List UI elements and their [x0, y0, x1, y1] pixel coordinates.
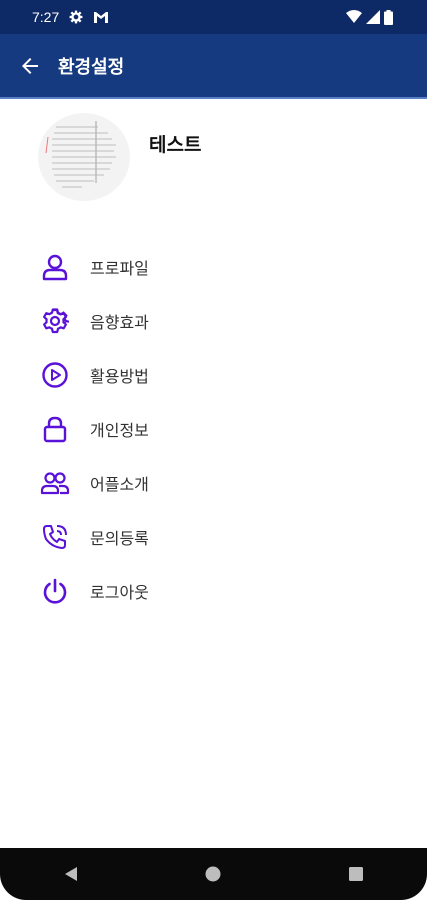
nav-home-button[interactable] — [183, 848, 243, 900]
menu-label: 음향효과 — [90, 313, 149, 332]
menu-item-app-intro[interactable]: 어플소개 — [40, 456, 400, 510]
battery-icon — [384, 9, 393, 25]
menu-item-profile[interactable]: 프로파일 — [40, 240, 400, 294]
profile-name: 테스트 — [149, 134, 202, 156]
back-button[interactable] — [2, 34, 58, 98]
menu-item-logout[interactable]: 로그아웃 — [40, 564, 400, 618]
menu-label: 어플소개 — [90, 475, 149, 494]
menu-item-privacy[interactable]: 개인정보 — [40, 402, 400, 456]
arrow-back-icon — [22, 58, 38, 74]
menu-label: 개인정보 — [90, 421, 149, 440]
wifi-icon — [346, 10, 362, 23]
menu-label: 프로파일 — [90, 259, 149, 278]
profile-photo[interactable] — [38, 113, 130, 201]
settings-gear-icon — [69, 10, 83, 24]
people-icon — [40, 468, 70, 498]
nav-recents-button[interactable] — [326, 848, 386, 900]
gmail-icon — [94, 11, 109, 23]
page-title: 환경설정 — [58, 57, 125, 78]
app-bar-divider — [0, 97, 427, 99]
person-icon — [40, 252, 70, 282]
menu-item-how-to-use[interactable]: 활용방법 — [40, 348, 400, 402]
square-recents-icon — [348, 867, 363, 881]
gear-icon — [40, 306, 70, 336]
play-circle-icon — [40, 360, 70, 390]
lock-icon — [40, 414, 70, 444]
signal-icon — [366, 10, 380, 24]
menu-label: 로그아웃 — [90, 583, 149, 602]
phone-icon — [40, 522, 70, 552]
triangle-back-icon — [65, 867, 78, 881]
menu-label: 문의등록 — [90, 529, 149, 548]
system-nav-bar — [0, 848, 427, 900]
power-icon — [40, 576, 70, 606]
settings-menu: 프로파일 음향효과 활용방법 개인정보 어플소개 문의등록 로그아웃 — [40, 240, 400, 618]
app-bar: 환경설정 — [0, 34, 427, 98]
status-time: 7:27 — [32, 9, 60, 25]
circle-home-icon — [205, 866, 221, 882]
profile-section: 테스트 — [38, 113, 398, 203]
nav-back-button[interactable] — [41, 848, 101, 900]
menu-item-inquiry[interactable]: 문의등록 — [40, 510, 400, 564]
menu-label: 활용방법 — [90, 367, 149, 386]
menu-item-sound-effects[interactable]: 음향효과 — [40, 294, 400, 348]
status-bar: 7:27 — [0, 0, 427, 34]
